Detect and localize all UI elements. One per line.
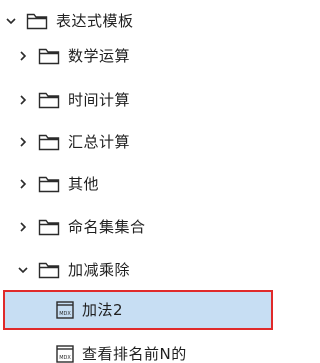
tree-item-label: 加法2: [82, 301, 124, 319]
chevron-right-icon[interactable]: [16, 93, 30, 107]
folder-icon: [38, 175, 60, 193]
tree-node-summary-calculation[interactable]: 汇总计算: [0, 121, 276, 163]
tree-node-label: 时间计算: [68, 91, 131, 109]
template-tree: 表达式模板 数学运算 时间计算 汇总计算 其他 命名集集合 加减乘除 MDX 加…: [0, 0, 276, 363]
chevron-right-icon[interactable]: [16, 49, 30, 63]
chevron-down-icon[interactable]: [4, 14, 18, 28]
tree-node-math-operations[interactable]: 数学运算: [0, 35, 276, 77]
tree-item-addition-2[interactable]: MDX 加法2: [3, 290, 273, 330]
tree-node-label: 加减乘除: [68, 261, 131, 279]
svg-text:MDX: MDX: [59, 355, 71, 361]
tree-node-label: 表达式模板: [56, 12, 134, 30]
tree-node-named-sets[interactable]: 命名集集合: [0, 206, 276, 248]
folder-icon: [38, 91, 60, 109]
tree-node-label: 命名集集合: [68, 218, 146, 236]
svg-text:MDX: MDX: [59, 311, 71, 317]
chevron-right-icon[interactable]: [16, 177, 30, 191]
tree-node-other[interactable]: 其他: [0, 163, 276, 205]
chevron-right-icon[interactable]: [16, 220, 30, 234]
folder-icon: [38, 47, 60, 65]
tree-node-label: 数学运算: [68, 47, 131, 65]
folder-icon: [38, 133, 60, 151]
folder-icon: [38, 261, 60, 279]
tree-item-label: 查看排名前N的: [82, 345, 187, 363]
mdx-file-icon: MDX: [56, 345, 74, 363]
folder-icon: [38, 218, 60, 236]
folder-icon: [26, 12, 48, 30]
tree-node-label: 其他: [68, 175, 100, 193]
chevron-down-icon[interactable]: [16, 263, 30, 277]
tree-node-time-calculation[interactable]: 时间计算: [0, 79, 276, 121]
tree-node-arithmetic[interactable]: 加减乘除: [0, 249, 276, 291]
tree-node-label: 汇总计算: [68, 133, 131, 151]
chevron-right-icon[interactable]: [16, 135, 30, 149]
tree-item-top-n-ranking[interactable]: MDX 查看排名前N的: [0, 333, 276, 363]
mdx-file-icon: MDX: [56, 301, 74, 319]
